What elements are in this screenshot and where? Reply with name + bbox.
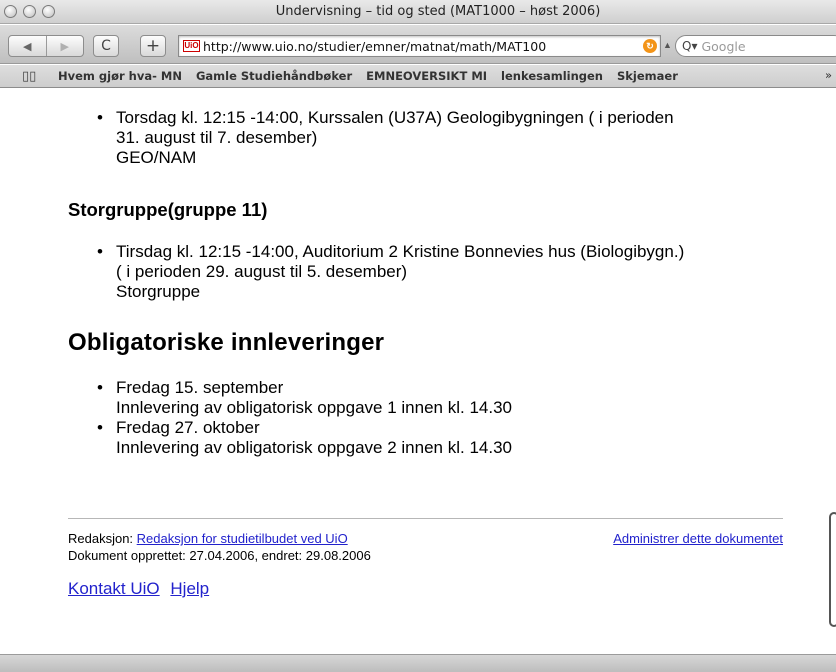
oblig-text: Innlevering av obligatorisk oppgave 1 in… [116,398,512,417]
schedule-list-geo: Torsdag kl. 12:15 -14:00, Kurssalen (U37… [70,108,790,168]
help-link[interactable]: Hjelp [170,579,209,598]
bookmarks-overflow-icon[interactable]: » [825,68,832,82]
contact-link[interactable]: Kontakt UiO [68,579,160,598]
toolbar: ◀ ▶ C + UiO http://www.uio.no/studier/em… [0,25,836,64]
redaksjon-link[interactable]: Redaksjon for studietilbudet ved UiO [137,531,348,546]
list-item: Torsdag kl. 12:15 -14:00, Kurssalen (U37… [70,108,790,168]
page-content: Torsdag kl. 12:15 -14:00, Kurssalen (U37… [0,89,828,654]
search-field[interactable]: Q▾ Google [675,35,836,57]
redaksjon-line: Redaksjon: Redaksjon for studietilbudet … [68,530,371,547]
back-button[interactable]: ◀ [9,36,46,56]
add-bookmark-button[interactable]: + [140,35,166,57]
back-forward-group: ◀ ▶ [8,35,84,57]
document-info: Dokument opprettet: 27.04.2006, endret: … [68,548,371,563]
schedule-line: GEO/NAM [116,148,197,167]
schedule-line: Tirsdag kl. 12:15 -14:00, Auditorium 2 K… [116,242,685,261]
snapback-icon[interactable]: ▲ [663,40,672,50]
scrollbar-thumb[interactable] [829,512,836,627]
title-bar: Undervisning – tid og sted (MAT1000 – hø… [0,0,836,24]
oblig-date: Fredag 15. september [116,378,284,397]
address-bar[interactable]: UiO http://www.uio.no/studier/emner/matn… [178,35,661,57]
oblig-list: Fredag 15. september Innlevering av obli… [70,378,790,458]
search-icon[interactable]: Q▾ [682,39,697,53]
reload-button[interactable]: C [93,35,119,57]
rss-icon[interactable]: ↻ [643,39,657,53]
bookmarks-bar: ▯▯ Hvem gjør hva- MN Gamle Studiehåndbøk… [0,65,836,88]
uio-favicon-icon: UiO [183,40,200,52]
url-text[interactable]: http://www.uio.no/studier/emner/matnat/m… [203,39,640,54]
footer-admin: Administrer dette dokumentet [613,530,783,547]
oblig-date: Fredag 27. oktober [116,418,260,437]
list-item: Tirsdag kl. 12:15 -14:00, Auditorium 2 K… [70,242,790,302]
schedule-line: Storgruppe [116,282,201,301]
schedule-line: Torsdag kl. 12:15 -14:00, Kurssalen (U37… [116,108,674,127]
bookmark-item[interactable]: Skjemaer [617,69,678,83]
bookmark-item[interactable]: Hvem gjør hva- MN [58,69,182,83]
schedule-line: ( i perioden 29. august til 5. desember) [116,262,408,281]
contact-links: Kontakt UiO Hjelp [68,579,215,599]
schedule-line: 31. august til 7. desember) [116,128,318,147]
search-placeholder: Google [701,38,746,54]
oblig-text: Innlevering av obligatorisk oppgave 2 in… [116,438,512,457]
status-bar [0,654,836,672]
storgruppe-heading: Storgruppe(gruppe 11) [68,199,268,220]
list-item: Fredag 15. september Innlevering av obli… [70,378,790,418]
window-title: Undervisning – tid og sted (MAT1000 – hø… [275,4,601,19]
bookmark-item[interactable]: Gamle Studiehåndbøker [196,69,352,83]
admin-document-link[interactable]: Administrer dette dokumentet [613,531,783,546]
redaksjon-label: Redaksjon: [68,531,134,546]
bookmarks-book-icon[interactable]: ▯▯ [22,69,38,84]
oblig-heading: Obligatoriske innleveringer [68,329,385,356]
bookmark-item[interactable]: EMNEOVERSIKT MI [366,69,487,83]
schedule-list-storgruppe: Tirsdag kl. 12:15 -14:00, Auditorium 2 K… [70,242,790,302]
list-item: Fredag 27. oktober Innlevering av obliga… [70,418,790,458]
footer-divider [68,518,783,519]
bookmark-item[interactable]: lenkesamlingen [501,69,603,83]
forward-button[interactable]: ▶ [45,36,84,56]
footer-info: Redaksjon: Redaksjon for studietilbudet … [68,530,371,564]
